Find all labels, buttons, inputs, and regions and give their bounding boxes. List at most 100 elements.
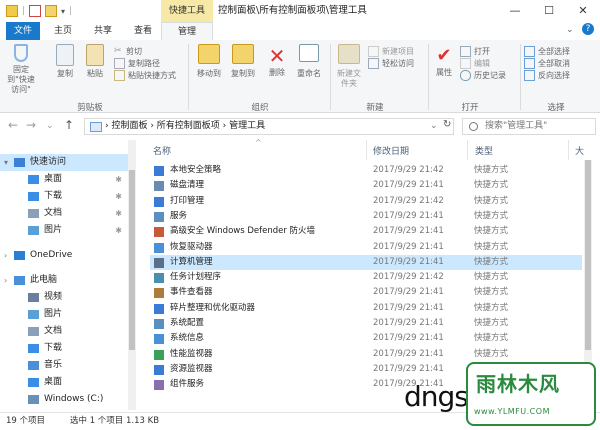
- copy-button[interactable]: 复制: [52, 44, 78, 79]
- file-modified-date: 2017/9/29 21:41: [373, 333, 444, 344]
- move-to-button[interactable]: 移动到: [192, 44, 226, 79]
- search-input[interactable]: 搜索"管理工具": [462, 118, 596, 135]
- ribbon-expand-icon[interactable]: ⌄: [566, 25, 574, 35]
- nav-item[interactable]: 文档: [0, 323, 128, 340]
- easy-access-button[interactable]: 轻松访问: [368, 57, 414, 69]
- tab-view[interactable]: 查看: [128, 22, 158, 40]
- file-row[interactable]: 系统信息 2017/9/29 21:41 快捷方式: [150, 331, 582, 346]
- copy-path-button[interactable]: 复制路径: [114, 57, 176, 69]
- column-size-header[interactable]: 大: [575, 144, 584, 157]
- history-button[interactable]: 历史记录: [460, 69, 506, 81]
- properties-button[interactable]: ✔ 属性: [432, 44, 456, 78]
- shortcut-icon: [154, 303, 164, 314]
- copy-to-button[interactable]: 复制到: [226, 44, 260, 79]
- nav-item[interactable]: Windows (C:): [0, 391, 128, 408]
- file-type: 快捷方式: [474, 165, 509, 175]
- recent-dropdown-icon[interactable]: ⌄: [46, 121, 54, 131]
- pin-icon[interactable]: ✱: [115, 171, 122, 188]
- select-none-label: 全部取消: [538, 58, 570, 68]
- copy-icon: [56, 44, 74, 66]
- maximize-button[interactable]: ☐: [532, 0, 566, 22]
- nav-item[interactable]: 视频: [0, 289, 128, 306]
- file-row[interactable]: 性能监视器 2017/9/29 21:41 快捷方式: [150, 347, 582, 362]
- pin-icon: [14, 44, 28, 62]
- column-type-header[interactable]: 类型: [475, 144, 493, 157]
- open-button[interactable]: 打开: [460, 45, 506, 57]
- file-modified-date: 2017/9/29 21:41: [373, 302, 444, 313]
- edit-button[interactable]: 编辑: [460, 57, 506, 69]
- address-bar[interactable]: › 控制面板 › 所有控制面板项 › 管理工具: [84, 118, 454, 135]
- tab-manage[interactable]: 管理: [161, 22, 213, 40]
- nav-item[interactable]: 图片 ✱: [0, 222, 128, 239]
- group-organize-label: 组织: [251, 103, 269, 113]
- file-row[interactable]: 高级安全 Windows Defender 防火墙 2017/9/29 21:41…: [150, 224, 582, 239]
- invert-selection-button[interactable]: 反向选择: [524, 69, 570, 81]
- video-icon: [28, 293, 39, 302]
- file-row[interactable]: 磁盘清理 2017/9/29 21:41 快捷方式: [150, 178, 582, 193]
- delete-button[interactable]: ✕ 删除: [264, 44, 290, 78]
- copy-to-label: 复制到: [231, 69, 255, 78]
- new-item-button[interactable]: 新建项目: [368, 45, 414, 57]
- nav-item[interactable]: 下载: [0, 340, 128, 357]
- tab-home[interactable]: 主页: [48, 22, 78, 40]
- properties-icon[interactable]: [29, 5, 42, 17]
- nav-item[interactable]: 图片: [0, 306, 128, 323]
- context-tab-shortcut-tools[interactable]: 快捷工具: [161, 0, 213, 22]
- group-new-label: 新建: [366, 103, 384, 113]
- expand-chevron-icon[interactable]: ›: [4, 272, 7, 289]
- pin-icon[interactable]: ✱: [115, 205, 122, 222]
- nav-item-label: 此电脑: [30, 275, 58, 285]
- customize-qat-icon[interactable]: ▾: [61, 7, 65, 16]
- file-row[interactable]: 恢复驱动器 2017/9/29 21:41 快捷方式: [150, 240, 582, 255]
- list-scrollbar-thumb[interactable]: [585, 160, 591, 350]
- pin-icon[interactable]: ✱: [115, 222, 122, 239]
- file-row[interactable]: 任务计划程序 2017/9/29 21:42 快捷方式: [150, 270, 582, 285]
- cut-button[interactable]: ✂ 剪切: [114, 45, 176, 57]
- nav-item[interactable]: 文档 ✱: [0, 205, 128, 222]
- file-row[interactable]: 本地安全策略 2017/9/29 21:42 快捷方式: [150, 163, 582, 178]
- file-row[interactable]: 事件查看器 2017/9/29 21:41 快捷方式: [150, 285, 582, 300]
- up-arrow-icon[interactable]: ↑: [64, 118, 74, 132]
- file-row[interactable]: 碎片整理和优化驱动器 2017/9/29 21:41 快捷方式: [150, 301, 582, 316]
- expand-chevron-icon[interactable]: ›: [4, 247, 7, 264]
- file-row[interactable]: 服务 2017/9/29 21:41 快捷方式: [150, 209, 582, 224]
- watermark-brand: 雨林木风: [476, 372, 560, 396]
- nav-item[interactable]: › 此电脑: [0, 272, 128, 289]
- nav-item[interactable]: › OneDrive: [0, 247, 128, 264]
- sort-ascending-icon: ^: [255, 138, 262, 147]
- back-arrow-icon[interactable]: ←: [8, 118, 18, 132]
- file-row[interactable]: 计算机管理 2017/9/29 21:41 快捷方式: [150, 254, 582, 271]
- nav-item[interactable]: 下载 ✱: [0, 188, 128, 205]
- file-name: 计算机管理: [170, 256, 213, 267]
- pin-icon[interactable]: ✱: [115, 188, 122, 205]
- close-button[interactable]: ✕: [566, 0, 600, 22]
- select-none-button[interactable]: 全部取消: [524, 57, 570, 69]
- delete-label: 删除: [269, 68, 285, 77]
- file-row[interactable]: 系统配置 2017/9/29 21:41 快捷方式: [150, 316, 582, 331]
- tab-share[interactable]: 共享: [88, 22, 118, 40]
- new-folder-icon[interactable]: [45, 5, 58, 17]
- forward-arrow-icon[interactable]: →: [26, 118, 36, 132]
- select-all-button[interactable]: 全部选择: [524, 45, 570, 57]
- nav-scrollbar-thumb[interactable]: [129, 170, 135, 350]
- refresh-icon[interactable]: ↻: [443, 119, 451, 130]
- paste-button[interactable]: 粘贴: [82, 44, 108, 79]
- file-row[interactable]: 打印管理 2017/9/29 21:42 快捷方式: [150, 194, 582, 209]
- address-dropdown-icon[interactable]: ⌄: [430, 121, 438, 131]
- rename-button[interactable]: 重命名: [292, 44, 326, 79]
- column-date-header[interactable]: 修改日期: [373, 144, 409, 157]
- column-name-header[interactable]: 名称: [153, 144, 171, 157]
- new-folder-button[interactable]: 新建文件夹: [334, 44, 364, 89]
- nav-item[interactable]: 桌面: [0, 374, 128, 391]
- nav-item[interactable]: 音乐: [0, 357, 128, 374]
- nav-item[interactable]: 桌面 ✱: [0, 171, 128, 188]
- paste-shortcut-button[interactable]: 粘贴快捷方式: [114, 69, 176, 81]
- expand-chevron-icon[interactable]: ▾: [4, 154, 8, 171]
- minimize-button[interactable]: —: [498, 0, 532, 22]
- nav-item[interactable]: ▾ 快速访问: [0, 154, 128, 171]
- move-to-label: 移动到: [197, 69, 221, 78]
- pin-quick-access-button[interactable]: 固定到"快速访问": [4, 44, 38, 95]
- edit-icon: [460, 57, 471, 69]
- tab-file[interactable]: 文件: [6, 22, 40, 40]
- help-icon[interactable]: ?: [582, 23, 594, 35]
